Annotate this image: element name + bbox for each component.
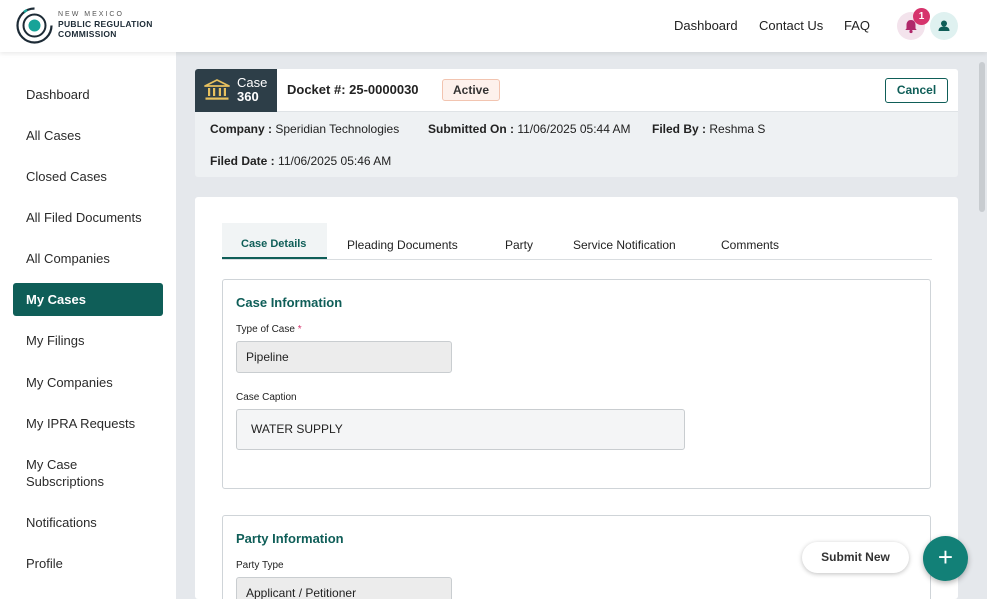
sidebar-item-all-companies[interactable]: All Companies — [13, 250, 163, 267]
sidebar-item-my-cases[interactable]: My Cases — [13, 283, 163, 316]
logo-line-1: NEW MEXICO — [58, 11, 124, 18]
party-type-field[interactable]: Applicant / Petitioner — [236, 577, 452, 599]
logo-line-3: COMMISSION — [58, 29, 117, 39]
user-avatar-button[interactable] — [930, 12, 958, 40]
user-icon — [938, 20, 950, 31]
submitted-meta: Submitted On : 11/06/2025 05:44 AM — [428, 122, 631, 136]
filed-date-value: 11/06/2025 05:46 AM — [278, 154, 392, 168]
tab-comments[interactable]: Comments — [721, 238, 779, 252]
add-fab-button[interactable]: + — [923, 536, 968, 581]
sidebar-item-my-ipra-requests[interactable]: My IPRA Requests — [13, 415, 163, 432]
case360-logo-line-1: Case — [237, 75, 268, 90]
page-scrollbar-thumb[interactable] — [979, 62, 985, 212]
sidebar-item-my-case-subscriptions[interactable]: My Case Subscriptions — [13, 456, 133, 490]
sidebar-item-my-companies[interactable]: My Companies — [13, 374, 163, 391]
tabs-divider — [222, 259, 932, 260]
filed-by-label: Filed By : — [652, 122, 707, 136]
case-information-title: Case Information — [236, 295, 343, 310]
sidebar-item-all-filed-documents[interactable]: All Filed Documents — [13, 209, 163, 226]
submitted-label: Submitted On : — [428, 122, 514, 136]
nav-contact-link[interactable]: Contact Us — [759, 18, 823, 33]
case360-logo-line-2: 360 — [237, 89, 259, 104]
filed-date-label: Filed Date : — [210, 154, 275, 168]
prc-logo[interactable]: NEW MEXICO PUBLIC REGULATION COMMISSION — [16, 6, 156, 46]
plus-icon: + — [937, 542, 954, 572]
status-badge: Active — [442, 79, 501, 101]
tab-case-details[interactable]: Case Details — [241, 238, 306, 250]
cancel-button[interactable]: Cancel — [885, 78, 948, 103]
type-of-case-field[interactable]: Pipeline — [236, 341, 452, 373]
filed-by-meta: Filed By : Reshma S — [652, 122, 765, 136]
sidebar-item-closed-cases[interactable]: Closed Cases — [13, 168, 163, 185]
required-mark: * — [297, 324, 302, 335]
party-type-label: Party Type — [236, 560, 284, 571]
filed-date-meta: Filed Date : 11/06/2025 05:46 AM — [210, 154, 391, 168]
type-of-case-label-text: Type of Case — [236, 324, 295, 335]
top-header: NEW MEXICO PUBLIC REGULATION COMMISSION … — [0, 0, 987, 52]
tab-party[interactable]: Party — [505, 238, 533, 252]
case-caption-field[interactable]: WATER SUPPLY — [236, 409, 685, 450]
sidebar-item-profile[interactable]: Profile — [13, 555, 163, 572]
case-information-section — [222, 279, 931, 489]
prc-logo-mark-icon — [16, 7, 53, 44]
type-of-case-label: Type of Case * — [236, 324, 302, 335]
sidebar-item-all-cases[interactable]: All Cases — [13, 127, 163, 144]
case-caption-label: Case Caption — [236, 392, 297, 403]
tab-service-notification[interactable]: Service Notification — [573, 238, 676, 252]
logo-line-2: PUBLIC REGULATION — [58, 19, 153, 29]
company-value: Speridian Technologies — [275, 122, 400, 136]
docket-number: Docket #: 25-0000030 — [287, 82, 419, 97]
submitted-value: 11/06/2025 05:44 AM — [517, 122, 631, 136]
company-label: Company : — [210, 122, 273, 136]
party-information-title: Party Information — [236, 531, 344, 546]
nav-faq-link[interactable]: FAQ — [844, 18, 870, 33]
company-meta: Company : Speridian Technologies — [210, 122, 399, 136]
courthouse-icon — [204, 79, 230, 100]
notification-count-badge: 1 — [913, 8, 930, 25]
sidebar-item-dashboard[interactable]: Dashboard — [13, 86, 163, 103]
filed-by-value: Reshma S — [709, 122, 766, 136]
tab-pleading-documents[interactable]: Pleading Documents — [347, 238, 458, 252]
sidebar-item-my-filings[interactable]: My Filings — [13, 332, 163, 349]
prc-logo-text: NEW MEXICO PUBLIC REGULATION COMMISSION — [58, 10, 153, 39]
sidebar-item-notifications[interactable]: Notifications — [13, 514, 163, 531]
submit-new-button[interactable]: Submit New — [802, 542, 909, 573]
nav-dashboard-link[interactable]: Dashboard — [674, 18, 738, 33]
